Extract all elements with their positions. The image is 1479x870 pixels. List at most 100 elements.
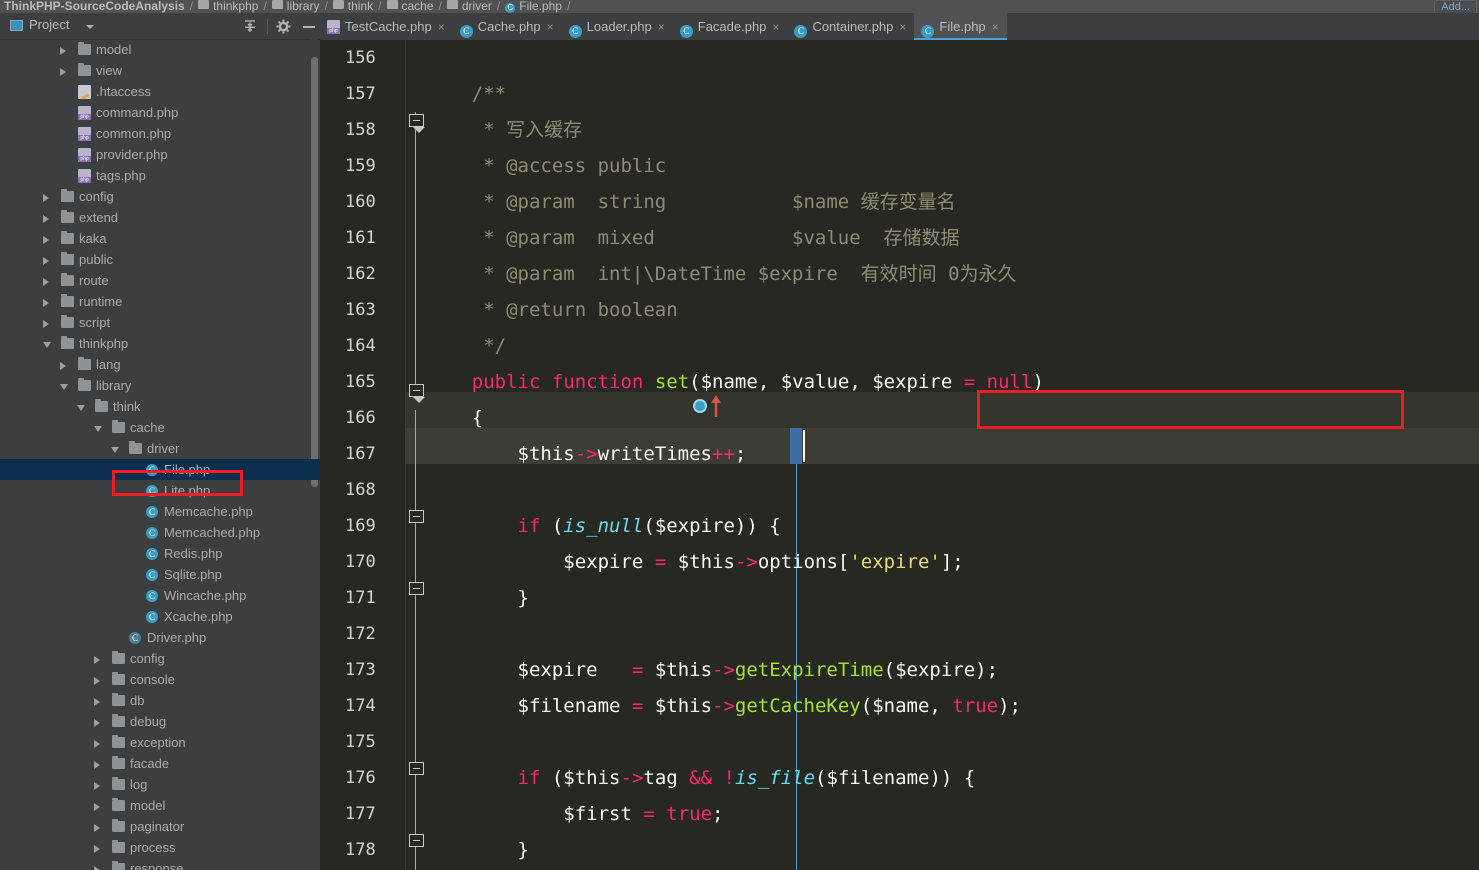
editor-tab[interactable]: TestCache.php × (320, 13, 453, 40)
code-line[interactable] (426, 40, 1479, 76)
fold-marker-icon[interactable] (409, 582, 424, 595)
tree-item[interactable]: C Memcache.php (0, 501, 320, 522)
chevron-right-icon[interactable] (43, 299, 49, 307)
tree-item[interactable]: public (0, 249, 320, 270)
close-icon[interactable]: × (772, 14, 779, 40)
code-line[interactable]: $expire = $this->getExpireTime($expire); (426, 652, 1479, 688)
code-line[interactable]: * @param string $name 缓存变量名 (426, 184, 1479, 220)
chevron-right-icon[interactable] (43, 278, 49, 286)
tree-item[interactable]: C Driver.php (0, 627, 320, 648)
code-text[interactable]: /** * 写入缓存 * @access public * @param str… (426, 40, 1479, 870)
fold-marker-icon[interactable] (409, 510, 424, 523)
tree-item[interactable]: cache (0, 417, 320, 438)
tree-item[interactable]: provider.php (0, 144, 320, 165)
collapse-all-icon[interactable] (242, 20, 258, 33)
tree-item[interactable]: log (0, 774, 320, 795)
tree-item[interactable]: kaka (0, 228, 320, 249)
tree-item[interactable]: command.php (0, 102, 320, 123)
tree-item[interactable]: db (0, 690, 320, 711)
tree-item[interactable]: common.php (0, 123, 320, 144)
tree-item[interactable]: extend (0, 207, 320, 228)
tree-item[interactable]: console (0, 669, 320, 690)
chevron-down-icon[interactable] (77, 405, 85, 411)
chevron-right-icon[interactable] (94, 845, 100, 853)
editor-tab[interactable]: C Cache.php × (453, 13, 562, 40)
breadcrumb-item[interactable]: C File.php (505, 0, 562, 13)
tree-item[interactable]: model (0, 795, 320, 816)
code-line[interactable]: * @param int|\DateTime $expire 有效时间 0为永久 (426, 256, 1479, 292)
close-icon[interactable]: × (899, 14, 906, 40)
tree-item[interactable]: C Memcached.php (0, 522, 320, 543)
tree-item[interactable]: process (0, 837, 320, 858)
tree-item[interactable]: C Xcache.php (0, 606, 320, 627)
chevron-down-icon[interactable] (86, 25, 94, 29)
code-line[interactable]: if (is_null($expire)) { (426, 508, 1479, 544)
chevron-right-icon[interactable] (94, 782, 100, 790)
tree-item[interactable]: C Redis.php (0, 543, 320, 564)
tree-item[interactable]: C Wincache.php (0, 585, 320, 606)
chevron-right-icon[interactable] (43, 194, 49, 202)
breadcrumb-item[interactable]: thinkphp (198, 0, 258, 13)
code-line[interactable]: */ (426, 328, 1479, 364)
add-button[interactable]: Add... (1434, 0, 1477, 14)
tree-item[interactable]: exception (0, 732, 320, 753)
code-line[interactable]: /** (426, 76, 1479, 112)
chevron-right-icon[interactable] (94, 656, 100, 664)
tree-item[interactable]: paginator (0, 816, 320, 837)
breadcrumb-item[interactable]: ThinkPHP-SourceCodeAnalysis (4, 0, 185, 13)
tree-item[interactable]: runtime (0, 291, 320, 312)
tree-item[interactable]: route (0, 270, 320, 291)
editor-tab-bar[interactable]: TestCache.php × C Cache.php × C Loader.php × C Fa… (320, 13, 1479, 40)
tree-item[interactable]: .htaccess (0, 81, 320, 102)
tree-item[interactable]: think (0, 396, 320, 417)
chevron-right-icon[interactable] (60, 47, 66, 55)
project-file-tree[interactable]: model view .htaccess command.php common.php p… (0, 39, 320, 870)
code-line[interactable]: if ($this->tag && !is_file($filename)) { (426, 760, 1479, 796)
tree-item[interactable]: tags.php (0, 165, 320, 186)
code-line[interactable] (426, 616, 1479, 652)
code-line[interactable]: { (426, 400, 1479, 436)
chevron-right-icon[interactable] (60, 362, 66, 370)
tree-item[interactable]: lang (0, 354, 320, 375)
override-method-icon[interactable] (693, 399, 707, 413)
close-icon[interactable]: × (992, 14, 999, 40)
code-line[interactable] (426, 472, 1479, 508)
chevron-right-icon[interactable] (94, 866, 100, 870)
fold-marker-icon[interactable] (409, 762, 424, 775)
tree-item[interactable]: response (0, 858, 320, 870)
tree-item[interactable]: config (0, 648, 320, 669)
code-line[interactable]: $filename = $this->getCacheKey($name, tr… (426, 688, 1479, 724)
close-icon[interactable]: × (658, 14, 665, 40)
chevron-right-icon[interactable] (94, 803, 100, 811)
tree-item[interactable]: facade (0, 753, 320, 774)
breadcrumb-item[interactable]: library (271, 0, 319, 13)
code-line[interactable]: * @return boolean (426, 292, 1479, 328)
tree-item[interactable]: debug (0, 711, 320, 732)
chevron-right-icon[interactable] (43, 257, 49, 265)
chevron-right-icon[interactable] (94, 719, 100, 727)
code-line[interactable] (426, 724, 1479, 760)
code-folding-column[interactable] (406, 40, 426, 870)
chevron-right-icon[interactable] (94, 824, 100, 832)
code-line[interactable]: * @access public (426, 148, 1479, 184)
chevron-right-icon[interactable] (94, 761, 100, 769)
code-line[interactable]: public function set($name, $value, $expi… (426, 364, 1479, 400)
breadcrumb-item[interactable]: cache (386, 0, 434, 13)
settings-gear-icon[interactable] (276, 19, 291, 34)
fold-marker-icon[interactable] (409, 384, 424, 397)
tree-item[interactable]: C Sqlite.php (0, 564, 320, 585)
close-icon[interactable]: × (547, 14, 554, 40)
chevron-down-icon[interactable] (111, 447, 119, 453)
hide-panel-icon[interactable] (303, 26, 315, 28)
code-line[interactable]: * @param mixed $value 存储数据 (426, 220, 1479, 256)
breadcrumb-item[interactable]: think (332, 0, 373, 13)
code-editor[interactable]: 156 157 158 159 160 161 162 163 164 165 166 167 168 1… (320, 40, 1479, 870)
fold-marker-icon[interactable] (409, 114, 424, 127)
chevron-right-icon[interactable] (43, 215, 49, 223)
editor-tab[interactable]: C Loader.php × (562, 13, 673, 40)
chevron-right-icon[interactable] (94, 740, 100, 748)
tree-item[interactable]: script (0, 312, 320, 333)
code-line[interactable]: * 写入缓存 (426, 112, 1479, 148)
chevron-down-icon[interactable] (60, 384, 68, 390)
code-line[interactable]: } (426, 832, 1479, 868)
